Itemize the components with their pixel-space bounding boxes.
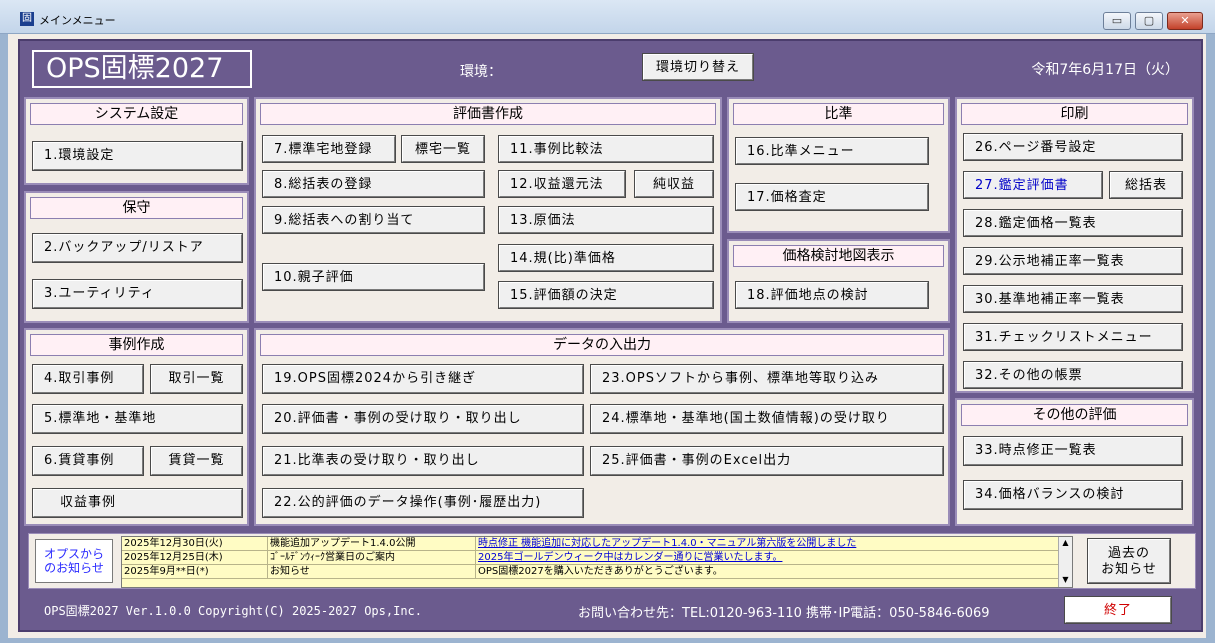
national-data-transfer-button[interactable]: 24.標準地・基準地(国土数値情報)の受け取り [590,404,944,434]
transaction-case-button[interactable]: 4.取引事例 [32,364,144,394]
ops-import-button[interactable]: 23.OPSソフトから事例、標準地等取り込み [590,364,944,394]
system-settings-panel: システム設定 1.環境設定 [24,97,249,185]
scroll-up-icon[interactable]: ▲ [1059,537,1072,549]
inherit-2024-button[interactable]: 19.OPS固標2024から引き継ぎ [262,364,584,394]
price-map-panel: 価格検討地図表示 18.評価地点の検討 [727,239,950,323]
rental-case-button[interactable]: 6.賃貸事例 [32,446,144,476]
news-link[interactable]: 2025年ゴールデンウィーク中はカレンダー通りに営業いたします。 [476,551,1062,565]
news-table: 2025年12月30日(火) 機能追加アップデート1.4.0公開 時点修正 機能… [121,536,1073,588]
print-title: 印刷 [961,103,1188,125]
news-row[interactable]: 2025年9月**日(*) お知らせ OPS固標2027を購入いただきありがとう… [122,565,1062,579]
price-balance-button[interactable]: 34.価格バランスの検討 [963,480,1183,510]
switch-environment-button[interactable]: 環境切り替え [642,53,754,81]
income-approach-button[interactable]: 12.収益還元法 [498,170,626,198]
news-panel: オプスから のお知らせ 2025年12月30日(火) 機能追加アップデート1.4… [28,533,1196,589]
comparison-panel: 比準 16.比準メニュー 17.価格査定 [727,97,950,233]
maintenance-panel: 保守 2.バックアップ/リストア 3.ユーティリティ [24,191,249,323]
appraisal-panel: 評価書作成 7.標準宅地登録 標宅一覧 8.総括表の登録 9.総括表への割り当て… [254,97,722,323]
footer: OPS固標2027 Ver.1.0.0 Copyright(C) 2025-20… [28,594,1196,626]
maintenance-title: 保守 [30,197,243,219]
environment-label: 環境： [460,64,502,80]
main-frame: OPS固標2027 環境： 環境切り替え 令和7年6月17日（火） システム設定… [18,39,1203,632]
appraisal-report-button[interactable]: 27.鑑定評価書 [963,171,1103,199]
exit-button[interactable]: 終了 [1064,596,1172,624]
public-land-correction-button[interactable]: 29.公示地補正率一覧表 [963,247,1183,275]
window-title: メインメニュー [39,14,116,27]
net-income-button[interactable]: 純収益 [634,170,714,198]
price-map-title: 価格検討地図表示 [733,245,944,267]
value-determination-button[interactable]: 15.評価額の決定 [498,281,714,309]
scroll-down-icon[interactable]: ▼ [1059,574,1072,586]
news-body: OPS固標2027を購入いただきありがとうございます。 [476,565,1062,579]
news-scrollbar[interactable]: ▲ ▼ [1058,537,1072,587]
appraisal-price-list-button[interactable]: 28.鑑定価格一覧表 [963,209,1183,237]
benchmark-land-correction-button[interactable]: 30.基準地補正率一覧表 [963,285,1183,313]
checklist-menu-button[interactable]: 31.チェックリストメニュー [963,323,1183,351]
parent-child-appraisal-button[interactable]: 10.親子評価 [262,263,485,291]
other-forms-button[interactable]: 32.その他の帳票 [963,361,1183,389]
standard-residential-button[interactable]: 7.標準宅地登録 [262,135,396,163]
utility-button[interactable]: 3.ユーティリティ [32,279,243,309]
other-evaluation-panel: その他の評価 33.時点修正一覧表 34.価格バランスの検討 [955,398,1194,526]
excel-export-button[interactable]: 25.評価書・事例のExcel出力 [590,446,944,476]
price-assessment-button[interactable]: 17.価格査定 [735,183,929,211]
time-correction-button[interactable]: 33.時点修正一覧表 [963,436,1183,466]
print-panel: 印刷 26.ページ番号設定 27.鑑定評価書 総括表 28.鑑定価格一覧表 29… [955,97,1194,393]
data-io-title: データの入出力 [260,334,944,356]
summary-table-button[interactable]: 総括表 [1109,171,1183,199]
client-area: OPS固標2027 環境： 環境切り替え 令和7年6月17日（火） システム設定… [8,34,1206,638]
current-date: 令和7年6月17日（火） [1031,62,1179,78]
rental-list-button[interactable]: 賃貸一覧 [150,446,243,476]
app-icon: 固 [20,12,34,26]
contact-text: お問い合わせ先：TEL:0120-963-110 携帯･IP電話：050-584… [578,606,990,621]
summary-assign-button[interactable]: 9.総括表への割り当て [262,206,485,234]
public-data-operation-button[interactable]: 22.公的評価のデータ操作(事例･履歴出力) [262,488,584,518]
comparison-table-transfer-button[interactable]: 21.比準表の受け取り・取り出し [262,446,584,476]
news-row[interactable]: 2025年12月30日(火) 機能追加アップデート1.4.0公開 時点修正 機能… [122,537,1062,551]
case-creation-panel: 事例作成 4.取引事例 取引一覧 5.標準地・基準地 6.賃貸事例 賃貸一覧 収… [24,328,249,526]
news-date: 2025年12月30日(火) [122,537,268,551]
case-creation-title: 事例作成 [30,334,243,356]
evaluation-point-button[interactable]: 18.評価地点の検討 [735,281,929,309]
copyright-text: OPS固標2027 Ver.1.0.0 Copyright(C) 2025-20… [44,604,423,618]
news-title: 機能追加アップデート1.4.0公開 [268,537,476,551]
standard-price-button[interactable]: 14.規(比)準価格 [498,244,714,272]
maximize-button[interactable]: ▢ [1135,12,1163,30]
app-title: OPS固標2027 [32,50,252,88]
window-titlebar: 固 メインメニュー ▭ ▢ ✕ [0,0,1215,34]
standard-land-button[interactable]: 5.標準地・基準地 [32,404,243,434]
page-number-button[interactable]: 26.ページ番号設定 [963,133,1183,161]
backup-restore-button[interactable]: 2.バックアップ/リストア [32,233,243,263]
past-news-button[interactable]: 過去の お知らせ [1087,538,1171,584]
news-label: オプスから のお知らせ [35,539,113,583]
standard-residential-list-button[interactable]: 標宅一覧 [401,135,485,163]
news-link[interactable]: 時点修正 機能追加に対応したアップデート1.4.0・マニュアル第六版を公開しまし… [476,537,1062,551]
minimize-button[interactable]: ▭ [1103,12,1131,30]
summary-register-button[interactable]: 8.総括表の登録 [262,170,485,198]
system-settings-title: システム設定 [30,103,243,125]
news-title: お知らせ [268,565,476,579]
appraisal-transfer-button[interactable]: 20.評価書・事例の受け取り・取り出し [262,404,584,434]
news-date: 2025年9月**日(*) [122,565,268,579]
data-io-panel: データの入出力 19.OPS固標2024から引き継ぎ 20.評価書・事例の受け取… [254,328,950,526]
income-case-button[interactable]: 収益事例 [32,488,243,518]
close-button[interactable]: ✕ [1167,12,1203,30]
case-comparison-button[interactable]: 11.事例比較法 [498,135,714,163]
news-title: ｺﾞｰﾙﾃﾞﾝｳｨｰｸ営業日のご案内 [268,551,476,565]
appraisal-title: 評価書作成 [260,103,716,125]
news-date: 2025年12月25日(木) [122,551,268,565]
comparison-title: 比準 [733,103,944,125]
other-evaluation-title: その他の評価 [961,404,1188,426]
environment-settings-button[interactable]: 1.環境設定 [32,141,243,171]
transaction-list-button[interactable]: 取引一覧 [150,364,243,394]
comparison-menu-button[interactable]: 16.比準メニュー [735,137,929,165]
news-row[interactable]: 2025年12月25日(木) ｺﾞｰﾙﾃﾞﾝｳｨｰｸ営業日のご案内 2025年ゴ… [122,551,1062,565]
cost-approach-button[interactable]: 13.原価法 [498,206,714,234]
